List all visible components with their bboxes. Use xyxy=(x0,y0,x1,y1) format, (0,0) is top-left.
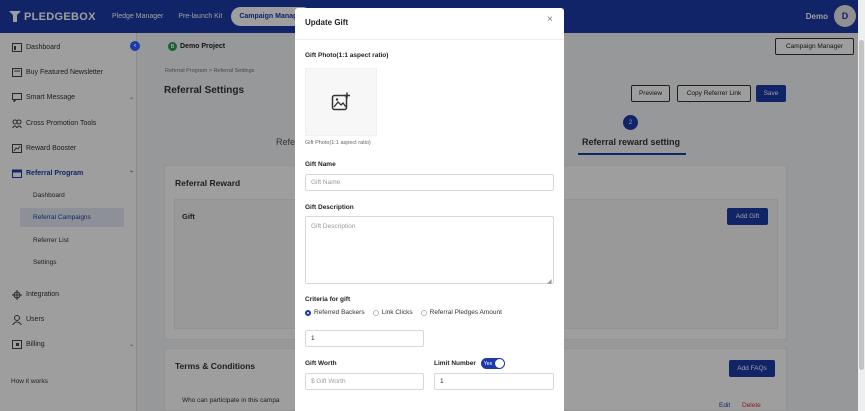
limit-number-row: Limit Number Yes xyxy=(434,358,505,369)
radio-dot-icon xyxy=(420,309,427,316)
criteria-label: Criteria for gift xyxy=(305,296,351,303)
page-scrollbar-thumb[interactable] xyxy=(859,40,864,370)
criteria-value-input[interactable]: 1 xyxy=(305,330,424,347)
radio-dot-icon xyxy=(372,309,379,316)
gift-worth-input[interactable]: $ Gift Worth xyxy=(305,373,424,390)
sidebar-collapse-button[interactable]: ‹ xyxy=(130,41,140,51)
gift-worth-label: Gift Worth xyxy=(305,360,337,367)
radio-referred-backers[interactable]: Referred Backers xyxy=(305,309,365,316)
update-gift-modal: Update Gift × Gift Photo(1:1 aspect rati… xyxy=(295,8,564,411)
close-icon[interactable]: × xyxy=(547,14,553,25)
gift-photo-label: Gift Photo(1:1 aspect ratio) xyxy=(305,52,389,59)
gift-name-input[interactable]: Gift Name xyxy=(305,174,554,191)
add-image-icon xyxy=(331,92,350,111)
gift-description-label: Gift Description xyxy=(305,204,354,211)
gift-photo-hint: Gift Photo(1:1 aspect ratio) xyxy=(305,140,371,146)
limit-number-label: Limit Number xyxy=(434,360,476,367)
radio-referral-pledges-amount[interactable]: Referral Pledges Amount xyxy=(420,309,502,316)
toggle-knob xyxy=(494,359,504,368)
radio-link-clicks[interactable]: Link Clicks xyxy=(372,309,413,316)
limit-number-input[interactable]: 1 xyxy=(434,373,554,390)
gift-description-textarea[interactable]: Gift Description xyxy=(305,216,554,284)
gift-name-label: Gift Name xyxy=(305,161,336,168)
limit-number-toggle[interactable]: Yes xyxy=(480,358,505,369)
resize-handle-icon[interactable]: ◢ xyxy=(547,278,552,285)
gift-photo-upload[interactable] xyxy=(305,68,377,136)
modal-divider xyxy=(295,39,564,40)
radio-dot-icon xyxy=(305,309,311,316)
criteria-radio-group: Referred Backers Link Clicks Referral Pl… xyxy=(305,309,510,316)
modal-title: Update Gift xyxy=(305,18,349,27)
